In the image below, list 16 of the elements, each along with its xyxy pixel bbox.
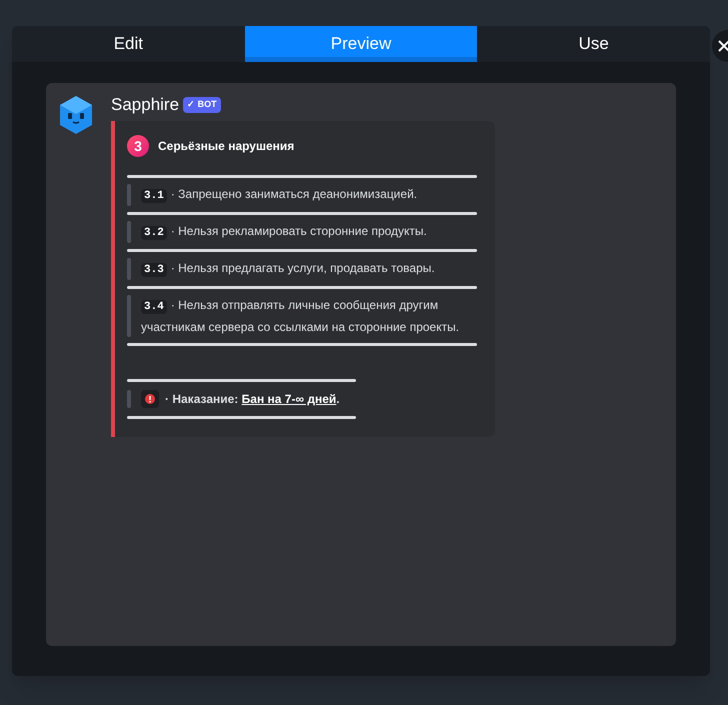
rule-text: 3.4 · Нельзя отправлять личные сообщения другим участникам сервера со ссылками на сторонние проекты. bbox=[141, 297, 460, 336]
rule-text: 3.1 · Запрещено заниматься деанонимизацией. bbox=[141, 184, 473, 206]
tab[interactable]: Preview bbox=[244, 26, 478, 62]
alert-icon bbox=[141, 390, 159, 408]
penalty-link[interactable]: Бан на 7-∞ дней bbox=[242, 392, 336, 406]
rule-text: 3.3 · Нельзя предлагать услуги, продавать товары. bbox=[141, 258, 473, 280]
embed-title: Серьёзные нарушения bbox=[158, 138, 294, 155]
rule-text: 3.2 · Нельзя рекламировать сторонние продукты. bbox=[141, 221, 473, 243]
tab[interactable]: Use bbox=[477, 26, 710, 62]
author-name: Sapphire bbox=[111, 94, 180, 116]
robot-avatar-icon bbox=[58, 95, 94, 135]
tab[interactable]: Edit bbox=[12, 26, 245, 62]
penalty-text: · Наказание: Бан на 7-∞ дней. bbox=[165, 391, 340, 408]
number-badge: 3 bbox=[127, 135, 149, 157]
bot-tag: ✓ BOT bbox=[183, 97, 221, 113]
close-icon bbox=[718, 40, 728, 52]
